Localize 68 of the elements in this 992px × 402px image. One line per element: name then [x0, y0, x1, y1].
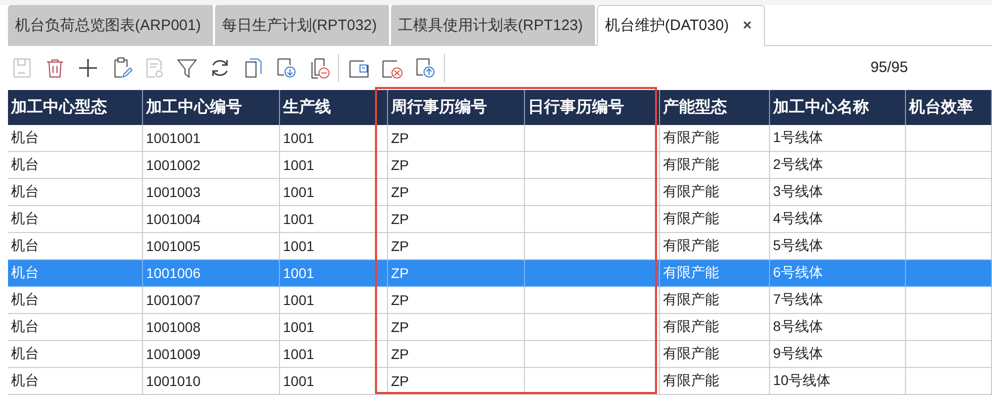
table-cell: 机台: [8, 152, 143, 179]
table-cell: 机台: [8, 206, 143, 233]
table-cell: 2号线体: [770, 152, 906, 179]
table-cell: 8号线体: [770, 314, 906, 341]
table-cell: 1001003: [143, 179, 280, 206]
table-cell: 1001001: [143, 125, 280, 152]
table-cell: ZP: [388, 287, 525, 314]
table-cell: 1001: [280, 152, 388, 179]
column-header[interactable]: 加工中心型态: [8, 90, 143, 125]
table-cell: 1001008: [143, 314, 280, 341]
table-cell: 1001: [280, 179, 388, 206]
table-cell: 有限产能: [660, 341, 770, 368]
tab[interactable]: 每日生产计划(RPT032): [214, 5, 391, 45]
table-cell: 1号线体: [770, 125, 906, 152]
column-header[interactable]: 周行事历编号: [388, 90, 525, 125]
column-header[interactable]: 生产线: [280, 90, 388, 125]
table-cell: 1001002: [143, 152, 280, 179]
table-cell: 9号线体: [770, 341, 906, 368]
table-cell: ZP: [388, 368, 525, 395]
table-cell: 1001007: [143, 287, 280, 314]
table-cell: 1001009: [143, 341, 280, 368]
tab[interactable]: 机台维护(DAT030) ×: [596, 5, 765, 46]
table-cell: 1001: [280, 368, 388, 395]
table-cell: 机台: [8, 125, 143, 152]
table-cell: 1001: [280, 260, 388, 287]
column-header[interactable]: 产能型态: [660, 90, 770, 125]
table-cell: 1001: [280, 125, 388, 152]
column-header[interactable]: 机台效率: [906, 90, 992, 125]
table-cell: 1001004: [143, 206, 280, 233]
close-icon[interactable]: ×: [742, 17, 752, 34]
table-cell: 7号线体: [770, 287, 906, 314]
table-cell: 有限产能: [660, 260, 770, 287]
column-header[interactable]: 日行事历编号: [525, 90, 660, 125]
table-cell: 有限产能: [660, 287, 770, 314]
table-cell: 有限产能: [660, 314, 770, 341]
column-header[interactable]: 加工中心编号: [143, 90, 280, 125]
table-cell: 1001010: [143, 368, 280, 395]
table-cell: 机台: [8, 341, 143, 368]
table-cell: 机台: [8, 287, 143, 314]
record-count: 95/95: [870, 59, 908, 76]
table-cell: ZP: [388, 206, 525, 233]
table-cell: 有限产能: [660, 206, 770, 233]
table-cell: 有限产能: [660, 125, 770, 152]
table-cell: 有限产能: [660, 368, 770, 395]
table-cell: 有限产能: [660, 179, 770, 206]
table-cell: ZP: [388, 260, 525, 287]
table-cell: ZP: [388, 152, 525, 179]
table-cell: 1001: [280, 206, 388, 233]
table-cell: 有限产能: [660, 152, 770, 179]
table-cell: 1001: [280, 314, 388, 341]
column-header[interactable]: 加工中心名称: [770, 90, 906, 125]
table-cell: 10号线体: [770, 368, 906, 395]
tab[interactable]: 工模具使用计划表(RPT123): [390, 5, 597, 45]
table-cell: ZP: [388, 314, 525, 341]
tab[interactable]: 机台负荷总览图表(ARP001): [8, 5, 215, 45]
table-cell: 1001: [280, 287, 388, 314]
table-cell: ZP: [388, 125, 525, 152]
table-cell: 机台: [8, 260, 143, 287]
table-cell: 机台: [8, 314, 143, 341]
table-cell: 1001006: [143, 260, 280, 287]
table-cell: 4号线体: [770, 206, 906, 233]
table-cell: ZP: [388, 341, 525, 368]
table-cell: 机台: [8, 179, 143, 206]
table-cell: 机台: [8, 368, 143, 395]
table-cell: 3号线体: [770, 179, 906, 206]
table-cell: 6号线体: [770, 260, 906, 287]
table-cell: ZP: [388, 179, 525, 206]
table-cell: 1001: [280, 341, 388, 368]
